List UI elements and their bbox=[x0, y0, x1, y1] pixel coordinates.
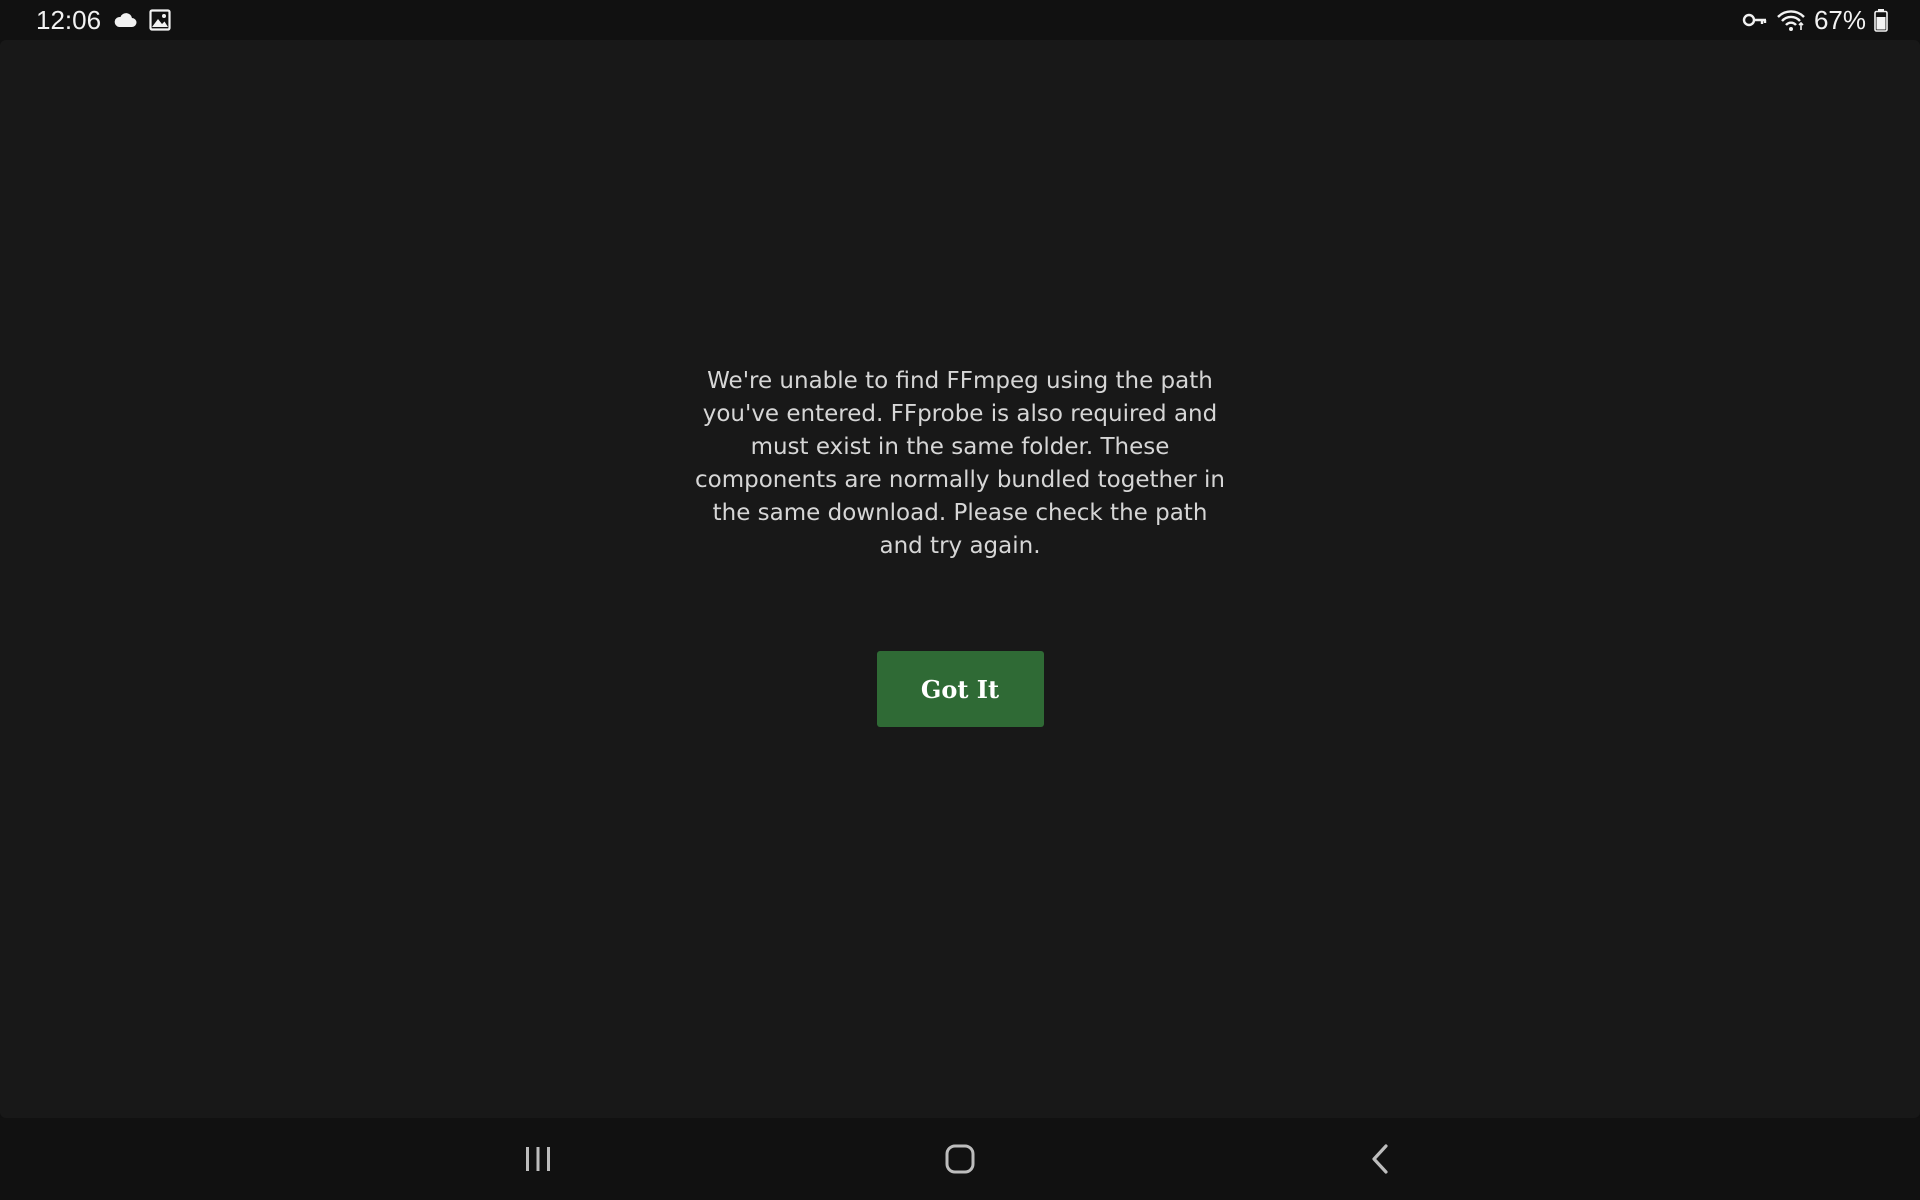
back-icon bbox=[1368, 1143, 1392, 1175]
got-it-button[interactable]: Got It bbox=[876, 651, 1044, 727]
back-button[interactable] bbox=[1320, 1118, 1440, 1200]
dialog-message: We're unable to find FFmpeg using the pa… bbox=[695, 368, 1225, 559]
home-icon bbox=[944, 1143, 976, 1175]
status-right: 67% bbox=[1742, 0, 1888, 40]
status-bar: 12:06 67% bbox=[0, 0, 1920, 40]
battery-icon bbox=[1874, 8, 1888, 32]
wifi-icon bbox=[1776, 8, 1806, 32]
status-time: 12:06 bbox=[36, 4, 102, 35]
navigation-bar bbox=[0, 1118, 1920, 1200]
recents-icon bbox=[523, 1145, 553, 1173]
battery-percentage: 67% bbox=[1813, 4, 1866, 35]
vpn-key-icon bbox=[1742, 12, 1768, 28]
cloud-icon bbox=[113, 12, 137, 28]
home-button[interactable] bbox=[900, 1118, 1020, 1200]
error-dialog: We're unable to find FFmpeg using the pa… bbox=[660, 365, 1260, 727]
recents-button[interactable] bbox=[478, 1118, 598, 1200]
status-left: 12:06 bbox=[36, 0, 171, 40]
image-icon bbox=[149, 9, 171, 31]
